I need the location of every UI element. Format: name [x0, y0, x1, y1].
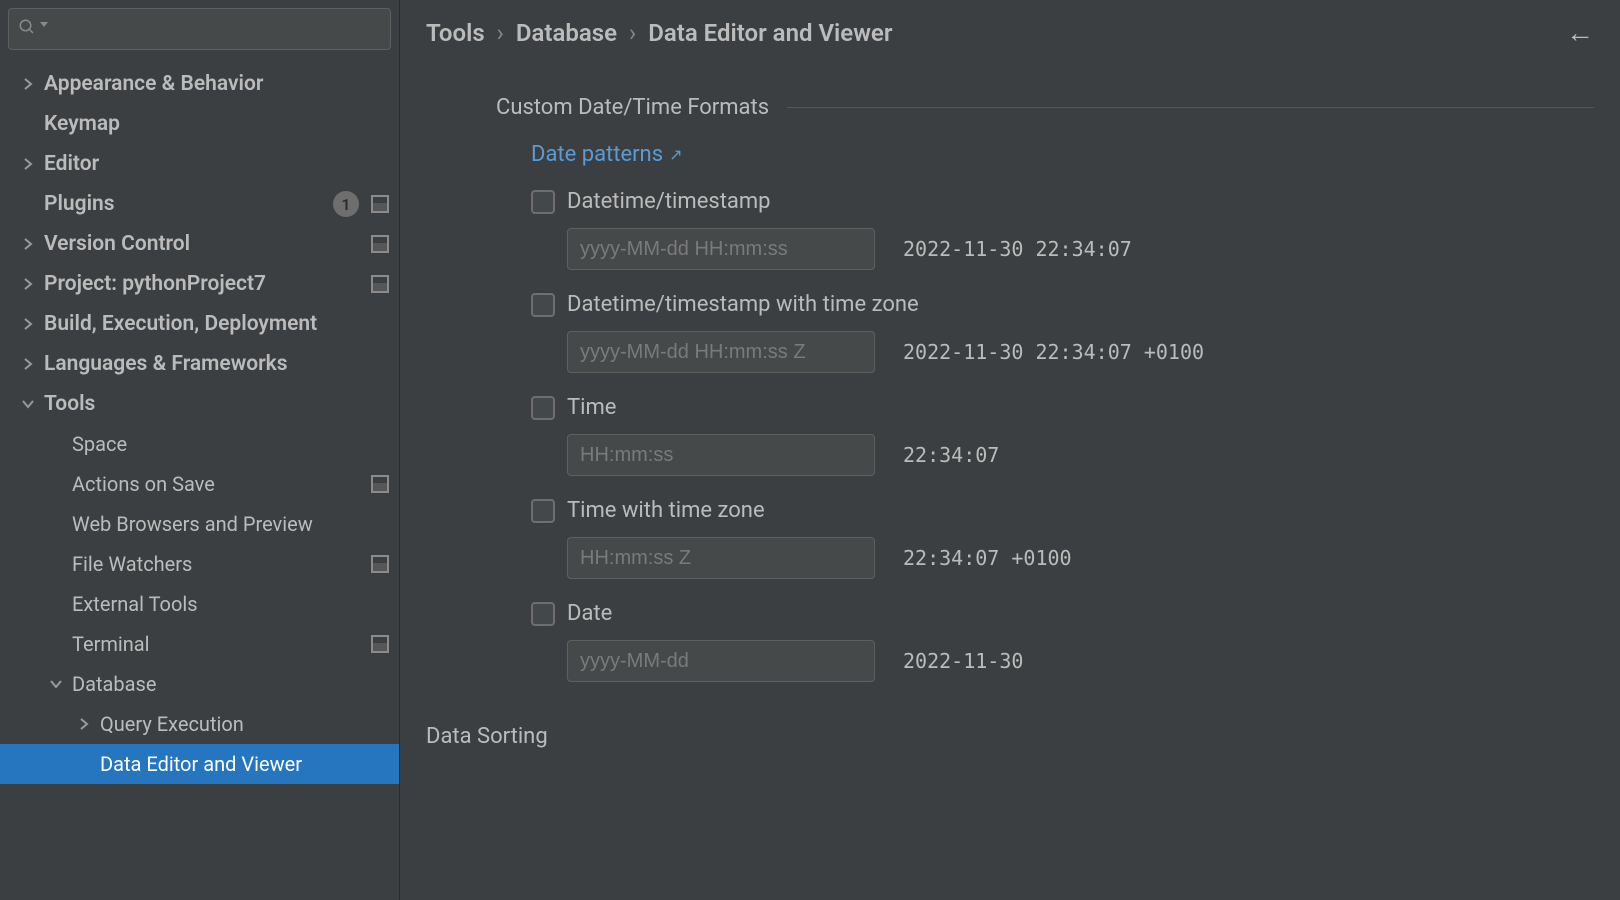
format-field-block: Datetime/timestamp 2022-11-30 22:34:07: [531, 189, 1594, 270]
date-patterns-link[interactable]: Date patterns ↗: [531, 142, 682, 167]
sidebar-item-label: Query Execution: [100, 712, 389, 736]
external-link-icon: ↗: [669, 145, 682, 164]
sidebar-item-label: Editor: [44, 152, 389, 176]
badge: 1: [333, 191, 359, 217]
group-divider: [787, 107, 1594, 108]
sidebar-item-label: Languages & Frameworks: [44, 352, 389, 376]
chevron-right-icon[interactable]: [20, 236, 36, 252]
format-checkbox[interactable]: [531, 190, 555, 214]
search-dropdown-icon[interactable]: [40, 22, 48, 27]
sidebar-item-terminal[interactable]: Terminal: [0, 624, 399, 664]
format-checkbox[interactable]: [531, 499, 555, 523]
sidebar-item-label: Build, Execution, Deployment: [44, 312, 389, 336]
content: Custom Date/Time Formats Date patterns ↗…: [400, 65, 1620, 900]
chevron-right-icon[interactable]: [76, 716, 92, 732]
sidebar-item-label: Appearance & Behavior: [44, 72, 389, 96]
sidebar-item-external-tools[interactable]: External Tools: [0, 584, 399, 624]
breadcrumb-item-tools[interactable]: Tools: [426, 19, 485, 47]
format-preview: 2022-11-30 22:34:07 +0100: [903, 340, 1204, 364]
link-label: Date patterns: [531, 142, 663, 167]
sidebar-item-label: Space: [72, 432, 389, 456]
project-scope-icon: [371, 555, 389, 573]
format-field-block: Time with time zone 22:34:07 +0100: [531, 498, 1594, 579]
sidebar-item-file-watchers[interactable]: File Watchers: [0, 544, 399, 584]
project-scope-icon: [371, 475, 389, 493]
breadcrumb-item-database[interactable]: Database: [516, 19, 617, 47]
search-wrap: [0, 0, 399, 58]
sidebar-item-label: External Tools: [72, 592, 389, 616]
project-scope-icon: [371, 635, 389, 653]
sidebar-item-label: Actions on Save: [72, 472, 367, 496]
sidebar-item-label: Plugins: [44, 192, 333, 216]
format-pattern-input[interactable]: [567, 640, 875, 682]
sidebar-item-label: Version Control: [44, 232, 367, 256]
settings-tree: Appearance & Behavior Keymap Editor Plugins…: [0, 58, 399, 784]
sidebar-item-editor[interactable]: Editor: [0, 144, 399, 184]
format-preview: 22:34:07: [903, 443, 999, 467]
sidebar-item-build-execution-deployment[interactable]: Build, Execution, Deployment: [0, 304, 399, 344]
group-title: Custom Date/Time Formats: [496, 95, 769, 120]
format-label: Time: [567, 395, 616, 420]
settings-sidebar: Appearance & Behavior Keymap Editor Plugins…: [0, 0, 400, 900]
format-pattern-input[interactable]: [567, 331, 875, 373]
format-label: Date: [567, 601, 612, 626]
sidebar-item-label: File Watchers: [72, 552, 367, 576]
breadcrumb-item-current: Data Editor and Viewer: [648, 19, 892, 47]
sidebar-item-label: Web Browsers and Preview: [72, 512, 389, 536]
chevron-right-icon[interactable]: [20, 76, 36, 92]
sidebar-item-tools[interactable]: Tools: [0, 384, 399, 424]
format-pattern-input[interactable]: [567, 228, 875, 270]
sidebar-item-web-browsers-and-preview[interactable]: Web Browsers and Preview: [0, 504, 399, 544]
sidebar-item-plugins[interactable]: Plugins1: [0, 184, 399, 224]
format-pattern-input[interactable]: [567, 434, 875, 476]
search-input[interactable]: [8, 8, 391, 50]
format-label: Datetime/timestamp: [567, 189, 771, 214]
sidebar-item-space[interactable]: Space: [0, 424, 399, 464]
format-checkbox[interactable]: [531, 396, 555, 420]
chevron-right-icon[interactable]: [20, 156, 36, 172]
back-button[interactable]: ←: [1566, 16, 1594, 49]
format-checkbox[interactable]: [531, 602, 555, 626]
format-field-block: Date 2022-11-30: [531, 601, 1594, 682]
sidebar-item-label: Tools: [44, 392, 389, 416]
format-label: Time with time zone: [567, 498, 765, 523]
sidebar-item-label: Terminal: [72, 632, 367, 656]
project-scope-icon: [371, 235, 389, 253]
sidebar-item-label: Keymap: [44, 112, 389, 136]
format-preview: 22:34:07 +0100: [903, 546, 1072, 570]
format-pattern-input[interactable]: [567, 537, 875, 579]
format-preview: 2022-11-30: [903, 649, 1023, 673]
breadcrumb: Tools › Database › Data Editor and Viewe…: [400, 0, 1620, 65]
format-field-block: Datetime/timestamp with time zone 2022-11…: [531, 292, 1594, 373]
format-label: Datetime/timestamp with time zone: [567, 292, 919, 317]
main-panel: Tools › Database › Data Editor and Viewe…: [400, 0, 1620, 900]
format-field-block: Time 22:34:07: [531, 395, 1594, 476]
sidebar-item-data-editor-and-viewer[interactable]: Data Editor and Viewer: [0, 744, 399, 784]
search-icon: [18, 18, 36, 40]
sidebar-item-keymap[interactable]: Keymap: [0, 104, 399, 144]
sidebar-item-actions-on-save[interactable]: Actions on Save: [0, 464, 399, 504]
breadcrumb-sep: ›: [497, 19, 504, 47]
project-scope-icon: [371, 275, 389, 293]
data-sorting-title: Data Sorting: [426, 724, 1594, 749]
chevron-down-icon[interactable]: [20, 396, 36, 412]
chevron-right-icon[interactable]: [20, 276, 36, 292]
sidebar-item-query-execution[interactable]: Query Execution: [0, 704, 399, 744]
sidebar-item-database[interactable]: Database: [0, 664, 399, 704]
sidebar-item-version-control[interactable]: Version Control: [0, 224, 399, 264]
chevron-right-icon[interactable]: [20, 356, 36, 372]
sidebar-item-project-pythonproject7[interactable]: Project: pythonProject7: [0, 264, 399, 304]
group-title-row: Custom Date/Time Formats: [496, 95, 1594, 120]
sidebar-item-label: Project: pythonProject7: [44, 272, 367, 296]
format-preview: 2022-11-30 22:34:07: [903, 237, 1132, 261]
sidebar-item-languages-frameworks[interactable]: Languages & Frameworks: [0, 344, 399, 384]
sidebar-item-label: Database: [72, 672, 389, 696]
sidebar-item-label: Data Editor and Viewer: [100, 752, 389, 776]
project-scope-icon: [371, 195, 389, 213]
breadcrumb-sep: ›: [629, 19, 636, 47]
chevron-right-icon[interactable]: [20, 316, 36, 332]
sidebar-item-appearance-behavior[interactable]: Appearance & Behavior: [0, 64, 399, 104]
format-checkbox[interactable]: [531, 293, 555, 317]
chevron-down-icon[interactable]: [48, 676, 64, 692]
